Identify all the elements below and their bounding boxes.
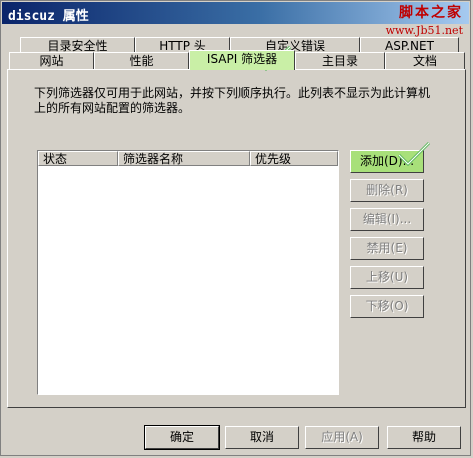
- ok-button[interactable]: 确定: [144, 425, 220, 450]
- checkmark-icon: [397, 141, 431, 167]
- remove-button[interactable]: 删除(R): [350, 179, 424, 202]
- column-header-filter-name[interactable]: 筛选器名称: [118, 151, 250, 166]
- tab-isapi-filters[interactable]: ISAPI 筛选器: [189, 50, 295, 70]
- apply-button[interactable]: 应用(A): [305, 426, 379, 449]
- tab-documents[interactable]: 文档: [385, 52, 465, 69]
- watermark-url: www.Jb51.net: [385, 24, 463, 37]
- tab-home-directory[interactable]: 主目录: [295, 52, 385, 69]
- move-up-button[interactable]: 上移(U): [350, 266, 424, 289]
- column-header-status[interactable]: 状态: [38, 151, 118, 166]
- disable-button[interactable]: 禁用(E): [350, 237, 424, 260]
- title-bar[interactable]: discuz 属性 脚本之家: [2, 2, 469, 24]
- panel-description: 下列筛选器仅可用于此网站，并按下列顺序执行。此列表不显示为此计算机上的所有网站配…: [34, 86, 431, 115]
- filters-list[interactable]: 状态 筛选器名称 优先级: [37, 150, 339, 395]
- column-header-priority[interactable]: 优先级: [250, 151, 338, 166]
- tab-performance[interactable]: 性能: [94, 52, 189, 69]
- cancel-button[interactable]: 取消: [225, 426, 299, 449]
- watermark-logo: 脚本之家: [399, 5, 463, 21]
- window-title: discuz 属性: [8, 9, 89, 24]
- edit-button[interactable]: 编辑(I)...: [350, 208, 424, 231]
- move-down-button[interactable]: 下移(O): [350, 295, 424, 318]
- help-button[interactable]: 帮助: [387, 426, 461, 449]
- tab-website[interactable]: 网站: [9, 52, 94, 69]
